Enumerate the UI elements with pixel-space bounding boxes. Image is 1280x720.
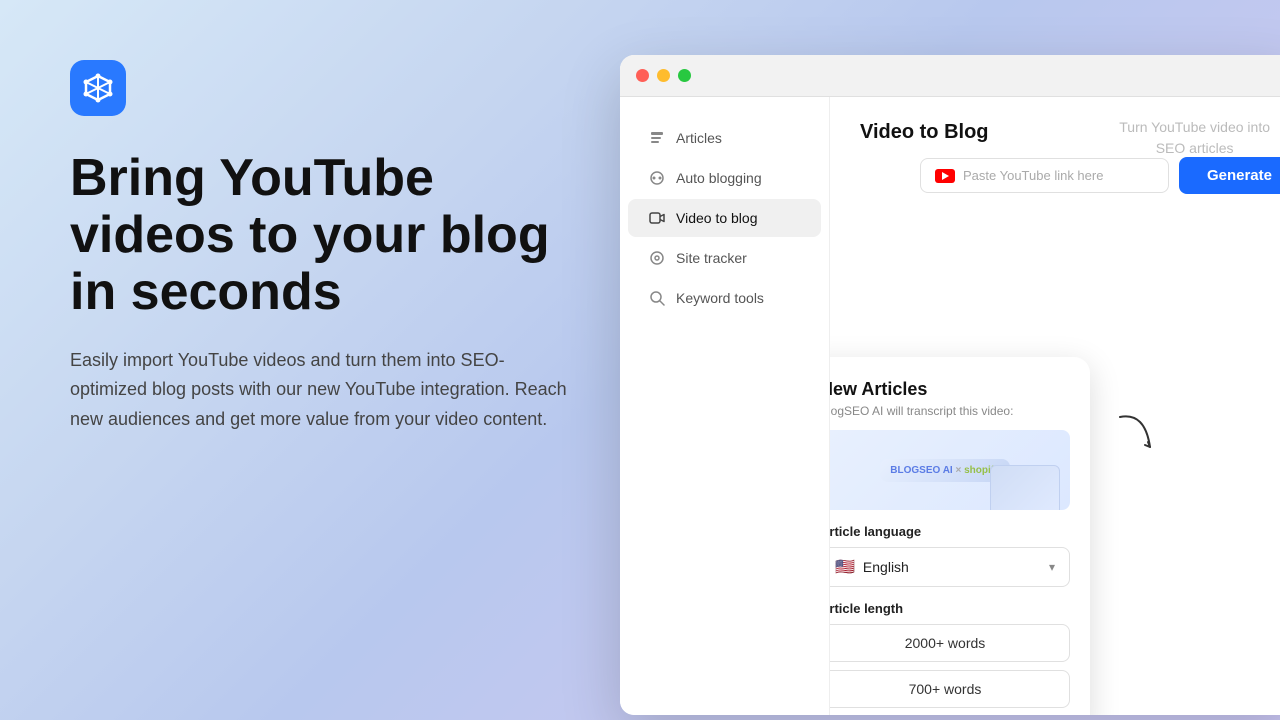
articles-icon — [648, 129, 666, 147]
subtitle-line1: Turn YouTube video into — [1119, 119, 1270, 135]
sidebar-item-articles[interactable]: Articles — [628, 119, 821, 157]
new-articles-card: New Articles BlogSEO AI will transcript … — [830, 357, 1090, 715]
video-to-blog-icon — [648, 209, 666, 227]
subtext: Easily import YouTube videos and turn th… — [70, 346, 580, 435]
sidebar-item-articles-label: Articles — [676, 130, 722, 146]
subtitle-text: Turn YouTube video into SEO articles — [1119, 117, 1270, 159]
sidebar-item-keyword-tools[interactable]: Keyword tools — [628, 279, 821, 317]
traffic-light-yellow[interactable] — [657, 69, 670, 82]
subtitle-line2: SEO articles — [1156, 140, 1234, 156]
sidebar-item-site-tracker-label: Site tracker — [676, 250, 747, 266]
browser-titlebar — [620, 55, 1280, 97]
card-subtitle: BlogSEO AI will transcript this video: — [830, 404, 1070, 418]
sidebar-item-video-to-blog-label: Video to blog — [676, 210, 757, 226]
length-btn-2000[interactable]: 2000+ words — [830, 624, 1070, 662]
language-select[interactable]: 🇺🇸 English ▾ — [830, 547, 1070, 587]
traffic-light-green[interactable] — [678, 69, 691, 82]
sidebar-item-auto-blogging-label: Auto blogging — [676, 170, 762, 186]
article-language-label: Article language — [830, 524, 1070, 539]
sidebar-item-auto-blogging[interactable]: Auto blogging — [628, 159, 821, 197]
site-tracker-icon — [648, 249, 666, 267]
lang-left: 🇺🇸 English — [835, 557, 909, 577]
main-area: Video to Blog Turn YouTube video into SE… — [830, 97, 1280, 715]
app-logo — [70, 60, 126, 116]
article-length-label: Article length — [830, 601, 1070, 616]
headline: Bring YouTube videos to your blog in sec… — [70, 150, 580, 322]
language-value: English — [863, 559, 909, 575]
thumb-screenshot — [990, 465, 1060, 510]
yt-placeholder: Paste YouTube link here — [963, 168, 1103, 183]
flag-emoji: 🇺🇸 — [835, 557, 855, 577]
sidebar-item-video-to-blog[interactable]: Video to blog — [628, 199, 821, 237]
generate-button[interactable]: Generate — [1179, 157, 1280, 194]
length-btn-700[interactable]: 700+ words — [830, 670, 1070, 708]
traffic-light-red[interactable] — [636, 69, 649, 82]
card-title: New Articles — [830, 379, 1070, 400]
video-thumbnail: BLOGSEO AI × shopify — [830, 430, 1070, 510]
arrow-decoration — [1110, 407, 1170, 467]
left-panel: Bring YouTube videos to your blog in sec… — [0, 0, 650, 720]
yt-input-container[interactable]: Paste YouTube link here — [920, 158, 1169, 193]
sidebar-item-keyword-tools-label: Keyword tools — [676, 290, 764, 306]
browser-window: Articles Auto blogging — [620, 55, 1280, 715]
auto-blogging-icon — [648, 169, 666, 187]
keyword-tools-icon — [648, 289, 666, 307]
sidebar: Articles Auto blogging — [620, 97, 830, 715]
app-content: Articles Auto blogging — [620, 97, 1280, 715]
youtube-icon — [935, 169, 955, 183]
chevron-down-icon: ▾ — [1049, 560, 1055, 574]
sidebar-item-site-tracker[interactable]: Site tracker — [628, 239, 821, 277]
